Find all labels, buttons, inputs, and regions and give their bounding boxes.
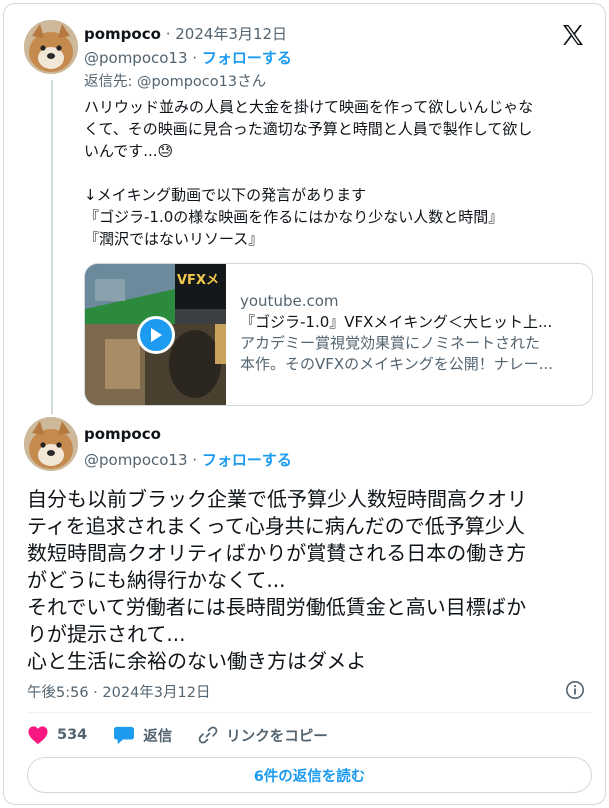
tweet1-line bbox=[84, 162, 594, 184]
avatar[interactable] bbox=[24, 417, 78, 471]
tweet1-line: くて、その映画に見合った適切な予算と時間と人員で製作して欲し bbox=[84, 120, 533, 138]
link-icon bbox=[198, 726, 218, 744]
tweet2-line: 心と生活に余裕のない働き方はダメよ bbox=[27, 649, 367, 673]
tweet1-display-name[interactable]: pompoco bbox=[84, 25, 161, 43]
follow-button[interactable]: フォローする bbox=[202, 451, 292, 469]
play-icon bbox=[151, 328, 162, 342]
youtube-link-card[interactable]: VFXメ youtube.com 『ゴジラ-1.0』VFXメイキング＜大ヒット上… bbox=[84, 263, 593, 406]
tweet1-line: ↓メイキング動画で以下の発言があります bbox=[84, 186, 367, 204]
tweet2-body: 自分も以前ブラック企業で低予算少人数短時間高クオリ ティを追求されまくって心身共… bbox=[27, 486, 597, 675]
tweet1-handle[interactable]: @pompoco13 bbox=[84, 49, 188, 67]
link-domain: youtube.com bbox=[240, 292, 339, 310]
info-icon[interactable] bbox=[565, 680, 585, 700]
tweet2-handle[interactable]: @pompoco13 bbox=[84, 451, 188, 469]
like-button[interactable]: 534 bbox=[27, 725, 87, 745]
tweet2-handle-row: @pompoco13 · フォローする bbox=[84, 449, 292, 470]
link-description: 本作。そのVFXのメイキングを公開！ナレー... bbox=[240, 355, 554, 373]
embedded-tweet-card: pompoco · 2024年3月12日 @pompoco13 · フォローする… bbox=[3, 3, 606, 805]
avatar-dog-image bbox=[24, 20, 78, 74]
tweet1-body: ハリウッド並みの人員と大金を掛けて映画を作って欲しいんじゃな くて、その映画に見… bbox=[84, 96, 594, 250]
like-count: 534 bbox=[57, 727, 88, 743]
avatar[interactable] bbox=[24, 20, 78, 74]
tweet2-line: ティを追求されまくって心身共に病んだので低予算少人 bbox=[27, 514, 525, 538]
tweet1-handle-row: @pompoco13 · フォローする bbox=[84, 47, 292, 68]
tweet2-line: 自分も以前ブラック企業で低予算少人数短時間高クオリ bbox=[27, 487, 527, 511]
link-card-text: youtube.com 『ゴジラ-1.0』VFXメイキング＜大ヒット上... ア… bbox=[240, 291, 580, 375]
link-description: アカデミー賞視覚効果賞にノミネートされた bbox=[240, 334, 541, 352]
tweet2-line: それでいて労働者には長時間労働低賃金と高い目標ばか bbox=[27, 595, 527, 619]
handle-separator: · bbox=[187, 451, 202, 469]
tweet1-header: pompoco · 2024年3月12日 bbox=[84, 23, 287, 44]
reply-bubble-icon bbox=[114, 726, 135, 745]
tweet-actions: 534 返信 リンクをコピー bbox=[27, 722, 354, 748]
tweet2-timestamp[interactable]: 午後5:56 · 2024年3月12日 bbox=[27, 681, 210, 702]
read-replies-button[interactable]: 6件の返信を読む bbox=[27, 757, 592, 793]
handle-separator: · bbox=[187, 49, 202, 67]
thumbnail-vfx-title: VFXメ bbox=[177, 273, 219, 288]
avatar-dog-image bbox=[24, 417, 78, 471]
heart-icon bbox=[28, 726, 48, 745]
play-button[interactable] bbox=[137, 316, 175, 354]
thread-connector-line bbox=[51, 80, 53, 414]
header-separator: · bbox=[160, 25, 176, 43]
link-title: 『ゴジラ-1.0』VFXメイキング＜大ヒット上... bbox=[240, 313, 553, 331]
copy-link-button[interactable]: リンクをコピー bbox=[198, 725, 328, 746]
reply-button[interactable]: 返信 bbox=[113, 725, 172, 746]
tweet1-line: いんです...😓 bbox=[84, 142, 174, 160]
x-logo-icon[interactable] bbox=[561, 23, 585, 47]
tweet2-line: がどうにも納得行かなくて... bbox=[27, 568, 286, 592]
divider bbox=[27, 712, 592, 713]
tweet1-line: 『潤沢ではないリソース』 bbox=[84, 230, 264, 248]
copy-link-label: リンクをコピー bbox=[226, 728, 328, 745]
tweet2-line: りが提示されて... bbox=[27, 622, 186, 646]
tweet1-line: ハリウッド並みの人員と大金を掛けて映画を作って欲しいんじゃな bbox=[84, 98, 534, 116]
tweet2-line: 数短時間高クオリティばかりが賞賛される日本の働き方 bbox=[27, 541, 527, 565]
reply-to-label[interactable]: 返信先: @pompoco13さん bbox=[84, 70, 266, 91]
follow-button[interactable]: フォローする bbox=[202, 49, 292, 67]
reply-label: 返信 bbox=[143, 728, 173, 745]
video-thumbnail[interactable]: VFXメ bbox=[85, 264, 226, 405]
tweet1-line: 『ゴジラ-1.0の様な映画を作るにはかなり少ない人数と時間』 bbox=[84, 208, 504, 226]
tweet2-display-name[interactable]: pompoco bbox=[84, 425, 161, 443]
tweet1-date[interactable]: 2024年3月12日 bbox=[175, 25, 287, 43]
